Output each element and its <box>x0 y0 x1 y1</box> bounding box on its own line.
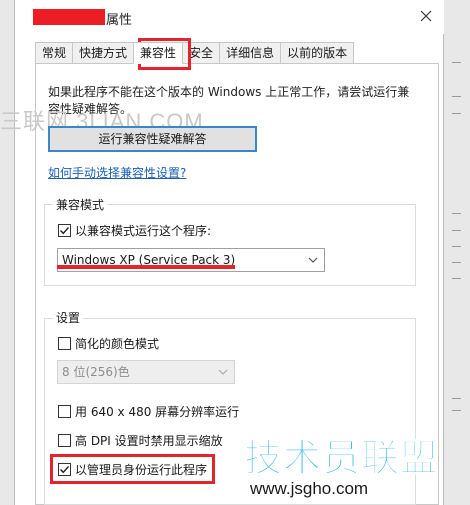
tab-strip: 常规 快捷方式 兼容性 安全 详细信息 以前的版本 <box>35 42 355 64</box>
tick-mark <box>452 113 461 114</box>
tab-general[interactable]: 常规 <box>35 42 74 64</box>
window-title: 属性 <box>106 13 133 28</box>
res-640-label: 用 640 x 480 屏幕分辨率运行 <box>75 405 240 419</box>
tab-security[interactable]: 安全 <box>182 42 221 64</box>
tick-mark <box>452 246 461 247</box>
background-strip <box>444 0 470 505</box>
reduced-color-row[interactable]: 简化的颜色模式 <box>58 335 159 352</box>
checkmark-icon <box>60 227 70 235</box>
color-depth-value: 8 位(256)色 <box>62 365 130 379</box>
compat-mode-checkbox[interactable] <box>58 224 71 237</box>
title-bar: 属性 <box>15 0 445 34</box>
high-dpi-row[interactable]: 高 DPI 设置时禁用显示缩放 <box>58 432 223 449</box>
tick-mark <box>452 62 461 63</box>
chevron-down-icon <box>218 369 228 375</box>
run-admin-label: 以管理员身份运行此程序 <box>75 463 208 477</box>
res-640-row[interactable]: 用 640 x 480 屏幕分辨率运行 <box>58 403 239 420</box>
os-select-annotation <box>57 265 235 269</box>
tick-mark <box>452 410 461 411</box>
compat-mode-checkbox-row[interactable]: 以兼容模式运行这个程序: <box>58 222 211 239</box>
tick-mark <box>452 230 461 231</box>
high-dpi-checkbox[interactable] <box>58 434 71 447</box>
reduced-color-checkbox[interactable] <box>58 337 71 350</box>
tick-mark <box>452 96 461 97</box>
tab-compatibility[interactable]: 兼容性 <box>133 42 184 64</box>
run-admin-checkbox[interactable] <box>58 463 71 476</box>
manual-settings-link[interactable]: 如何手动选择兼容性设置? <box>48 164 186 181</box>
tab-shortcut[interactable]: 快捷方式 <box>72 42 135 64</box>
tab-previous-versions[interactable]: 以前的版本 <box>280 42 355 64</box>
chevron-down-icon <box>308 257 318 263</box>
compat-mode-checkbox-label: 以兼容模式运行这个程序: <box>75 224 212 238</box>
run-admin-row[interactable]: 以管理员身份运行此程序 <box>58 461 207 478</box>
tick-mark <box>452 278 461 279</box>
tick-mark <box>452 262 461 263</box>
res-640-checkbox[interactable] <box>58 405 71 418</box>
high-dpi-label: 高 DPI 设置时禁用显示缩放 <box>75 434 223 448</box>
settings-label: 设置 <box>53 309 84 326</box>
reduced-color-label: 简化的颜色模式 <box>75 337 160 351</box>
close-button[interactable] <box>415 5 437 27</box>
intro-text: 如果此程序不能在这个版本的 Windows 上正常工作，请尝试运行兼容性疑难解答… <box>48 85 410 116</box>
color-depth-select[interactable]: 8 位(256)色 <box>57 360 235 384</box>
checkmark-icon <box>60 466 70 474</box>
title-redaction <box>33 9 105 25</box>
compat-mode-label: 兼容模式 <box>53 196 108 213</box>
tab-details[interactable]: 详细信息 <box>219 42 282 64</box>
compat-mode-group <box>44 204 416 286</box>
troubleshooter-button[interactable]: 运行兼容性疑难解答 <box>48 126 257 152</box>
tick-mark <box>452 213 461 214</box>
tick-mark <box>452 398 461 399</box>
close-icon <box>420 10 432 22</box>
